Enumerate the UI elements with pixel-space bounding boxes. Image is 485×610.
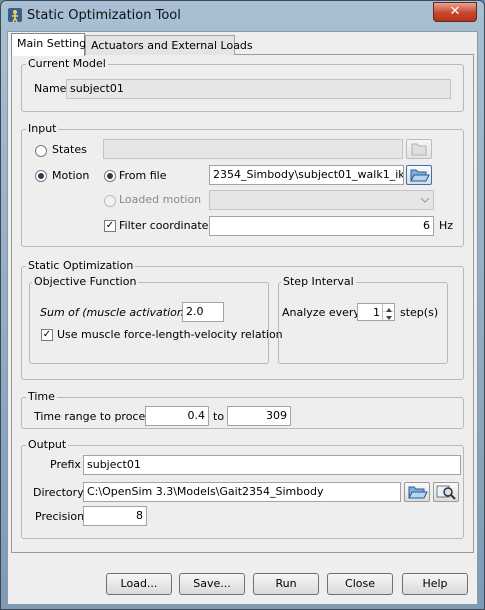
magnifier-icon — [436, 485, 456, 500]
objective-function-legend: Objective Function — [32, 275, 139, 288]
folder-open-icon — [408, 486, 428, 499]
loaded-motion-label: Loaded motion — [119, 193, 202, 206]
filter-frequency-field[interactable]: 6 — [209, 216, 434, 236]
current-model-legend: Current Model — [26, 57, 108, 70]
use-flv-label: Use muscle force-length-velocity relatio… — [57, 328, 283, 341]
step-interval-group — [278, 282, 448, 364]
activation-exponent-field[interactable]: 2.0 — [182, 302, 224, 322]
arrow-down-icon — [386, 316, 392, 320]
window-title: Static Optimization Tool — [27, 8, 181, 23]
time-start-field[interactable]: 0.4 — [145, 406, 209, 426]
states-label: States — [52, 143, 87, 156]
output-legend: Output — [26, 438, 69, 451]
filter-coordinates-label: Filter coordinates — [119, 219, 215, 232]
step-up-button[interactable] — [382, 304, 394, 312]
time-to-label: to — [213, 410, 225, 423]
from-file-label: From file — [119, 169, 167, 182]
model-name-label: Name — [34, 82, 67, 95]
objective-function-group — [29, 282, 269, 364]
directory-label: Directory — [33, 486, 84, 499]
from-file-radio[interactable] — [104, 170, 116, 182]
folder-open-icon — [410, 169, 430, 182]
load-button[interactable]: Load... — [106, 573, 172, 595]
chevron-down-icon — [420, 197, 430, 203]
tab-actuators-external-loads[interactable]: Actuators and External Loads — [85, 35, 253, 55]
directory-field[interactable]: C:\OpenSim 3.3\Models\Gait2354_Simbody — [83, 482, 401, 502]
directory-browse-button[interactable] — [404, 482, 430, 502]
window-close-button[interactable]: ✕ — [433, 2, 477, 22]
step-interval-legend: Step Interval — [281, 275, 356, 288]
precision-field[interactable]: 8 — [83, 506, 147, 526]
filter-unit-label: Hz — [439, 219, 454, 232]
time-end-field[interactable]: 309 — [227, 406, 291, 426]
motion-label: Motion — [52, 169, 90, 182]
motion-radio[interactable] — [35, 170, 47, 182]
app-icon — [8, 8, 22, 23]
help-button[interactable]: Help — [402, 573, 468, 595]
folder-open-icon — [411, 143, 427, 156]
step-interval-spinner[interactable]: 1 — [357, 303, 395, 321]
states-radio[interactable] — [35, 145, 47, 157]
tab-main-settings[interactable]: Main Settings — [11, 33, 92, 56]
static-optimization-legend: Static Optimization — [26, 259, 136, 272]
step-down-button[interactable] — [382, 312, 394, 320]
loaded-motion-radio[interactable] — [104, 195, 116, 207]
motion-browse-button[interactable] — [406, 165, 432, 185]
prefix-field[interactable]: subject01 — [83, 455, 461, 475]
states-browse-button[interactable] — [406, 139, 432, 159]
directory-search-button[interactable] — [433, 482, 459, 502]
step-unit-label: step(s) — [400, 306, 439, 319]
states-file-field[interactable] — [103, 139, 403, 159]
use-flv-checkbox[interactable]: ✓ — [41, 329, 53, 341]
step-interval-value: 1 — [373, 306, 380, 319]
filter-coordinates-checkbox[interactable]: ✓ — [104, 220, 116, 232]
sum-activation-label: Sum of (muscle activation) ^ — [40, 306, 201, 319]
loaded-motion-dropdown[interactable] — [209, 190, 434, 210]
model-name-field[interactable]: subject01 — [66, 79, 451, 99]
time-legend: Time — [26, 390, 57, 403]
close-icon: ✕ — [449, 4, 461, 19]
motion-file-field[interactable]: 2354_Simbody\subject01_walk1_ik.mot — [209, 165, 404, 185]
close-button[interactable]: Close — [327, 573, 393, 595]
prefix-label: Prefix — [50, 458, 81, 471]
analyze-every-label: Analyze every — [282, 306, 360, 319]
input-legend: Input — [26, 122, 59, 135]
run-button[interactable]: Run — [253, 573, 319, 595]
time-range-label: Time range to process — [34, 410, 157, 423]
save-button[interactable]: Save... — [179, 573, 245, 595]
precision-label: Precision — [35, 510, 85, 523]
